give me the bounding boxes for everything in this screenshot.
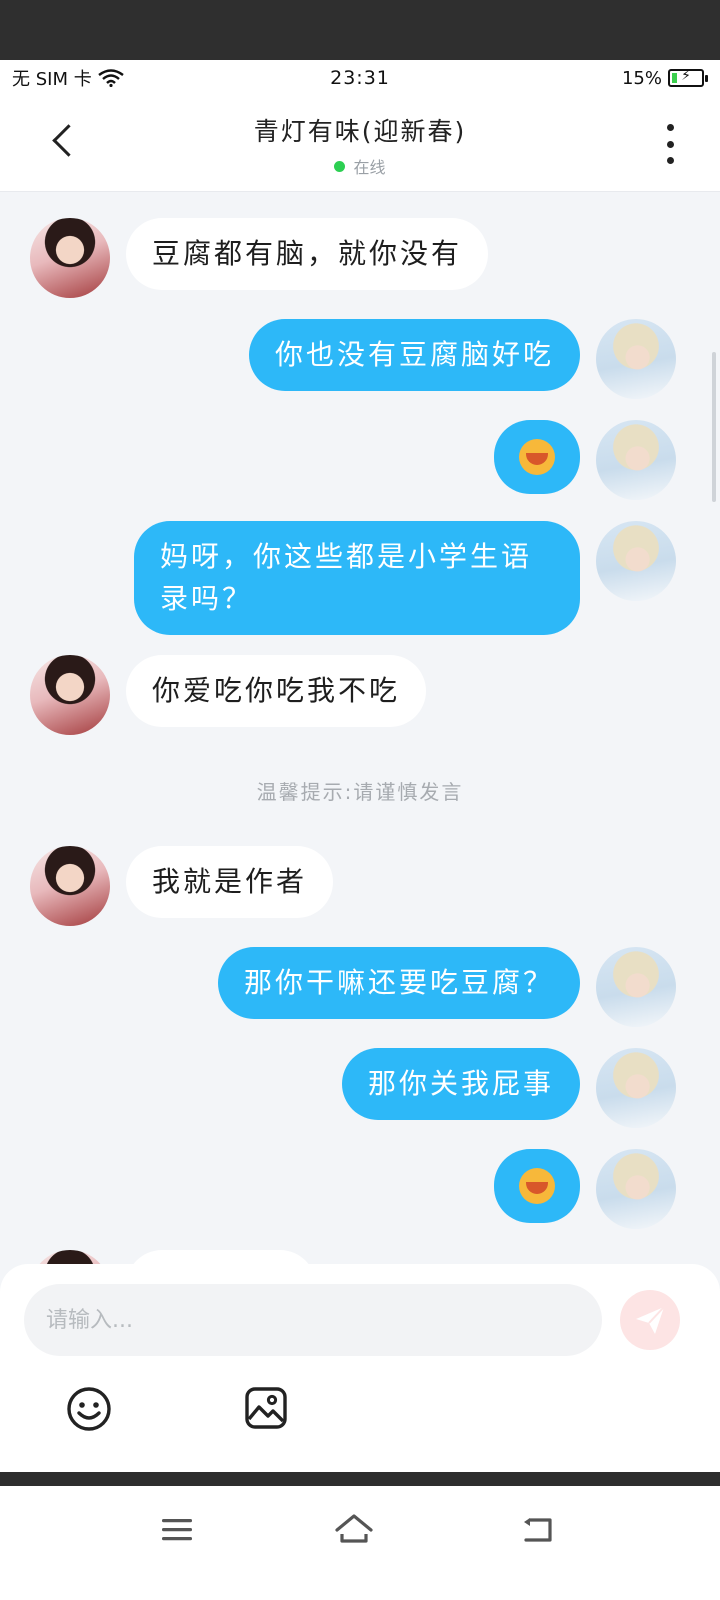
laughing-emoji-icon bbox=[519, 439, 555, 475]
home-icon[interactable] bbox=[334, 1510, 374, 1550]
nav-divider bbox=[0, 1472, 720, 1486]
my-avatar[interactable] bbox=[596, 420, 676, 500]
online-dot-icon bbox=[334, 160, 346, 172]
message-input[interactable] bbox=[24, 1284, 602, 1356]
chat-header: 青灯有味(迎新春) 在线 bbox=[0, 96, 720, 192]
chat-title: 青灯有味(迎新春) bbox=[253, 117, 467, 146]
contact-avatar[interactable] bbox=[30, 655, 110, 735]
presence-status: 在线 bbox=[0, 154, 720, 178]
incoming-message[interactable]: 豆腐都有脑，就你没有 bbox=[126, 218, 489, 290]
system-tip: 温馨提示:请谨慎发言 bbox=[256, 780, 464, 804]
my-avatar[interactable] bbox=[596, 521, 676, 601]
outgoing-message[interactable]: 你也没有豆腐脑好吃 bbox=[248, 319, 580, 391]
chat-message-list[interactable]: 豆腐都有脑，就你没有 你也没有豆腐脑好吃 妈呀，你这些都是小学生语录吗？ 你爱吃… bbox=[0, 192, 720, 1292]
my-avatar[interactable] bbox=[596, 947, 676, 1027]
outgoing-emoji-message[interactable] bbox=[494, 1149, 580, 1223]
system-navigation-bar bbox=[0, 1486, 720, 1600]
back-nav-icon[interactable] bbox=[520, 1510, 560, 1550]
title-wrap: 青灯有味(迎新春) 在线 bbox=[0, 112, 720, 178]
paper-plane-icon bbox=[636, 1306, 665, 1334]
dot-icon bbox=[666, 140, 674, 148]
my-avatar[interactable] bbox=[596, 1048, 676, 1128]
contact-avatar[interactable] bbox=[30, 218, 110, 298]
battery-icon: ⚡ bbox=[668, 68, 708, 87]
dot-icon bbox=[666, 157, 674, 164]
outgoing-message[interactable]: 妈呀，你这些都是小学生语录吗？ bbox=[134, 521, 580, 635]
outgoing-message[interactable]: 那你干嘛还要吃豆腐？ bbox=[217, 947, 580, 1019]
send-button[interactable] bbox=[620, 1290, 680, 1350]
presence-label: 在线 bbox=[353, 158, 386, 177]
chat-scrollbar[interactable] bbox=[712, 352, 716, 502]
status-time: 23:31 bbox=[330, 67, 390, 89]
smiley-icon[interactable] bbox=[66, 1386, 112, 1432]
composer-panel bbox=[0, 1264, 720, 1472]
menu-icon[interactable] bbox=[158, 1510, 198, 1550]
laughing-emoji-icon bbox=[519, 1168, 555, 1204]
incoming-message[interactable]: 我就是作者 bbox=[126, 846, 334, 918]
my-avatar[interactable] bbox=[596, 1149, 676, 1229]
more-options-button[interactable] bbox=[660, 124, 680, 164]
charging-bolt-icon: ⚡ bbox=[681, 68, 691, 84]
status-bar: 无 SIM 卡 23:31 15% ⚡ bbox=[0, 60, 720, 96]
my-avatar[interactable] bbox=[596, 319, 676, 399]
outgoing-emoji-message[interactable] bbox=[494, 420, 580, 494]
top-dark-strip bbox=[0, 0, 720, 60]
incoming-message[interactable]: 你爱吃你吃我不吃 bbox=[126, 655, 427, 727]
dot-icon bbox=[666, 124, 674, 131]
outgoing-message[interactable]: 那你关我屁事 bbox=[341, 1048, 580, 1120]
image-icon[interactable] bbox=[244, 1386, 288, 1430]
contact-avatar[interactable] bbox=[30, 846, 110, 926]
